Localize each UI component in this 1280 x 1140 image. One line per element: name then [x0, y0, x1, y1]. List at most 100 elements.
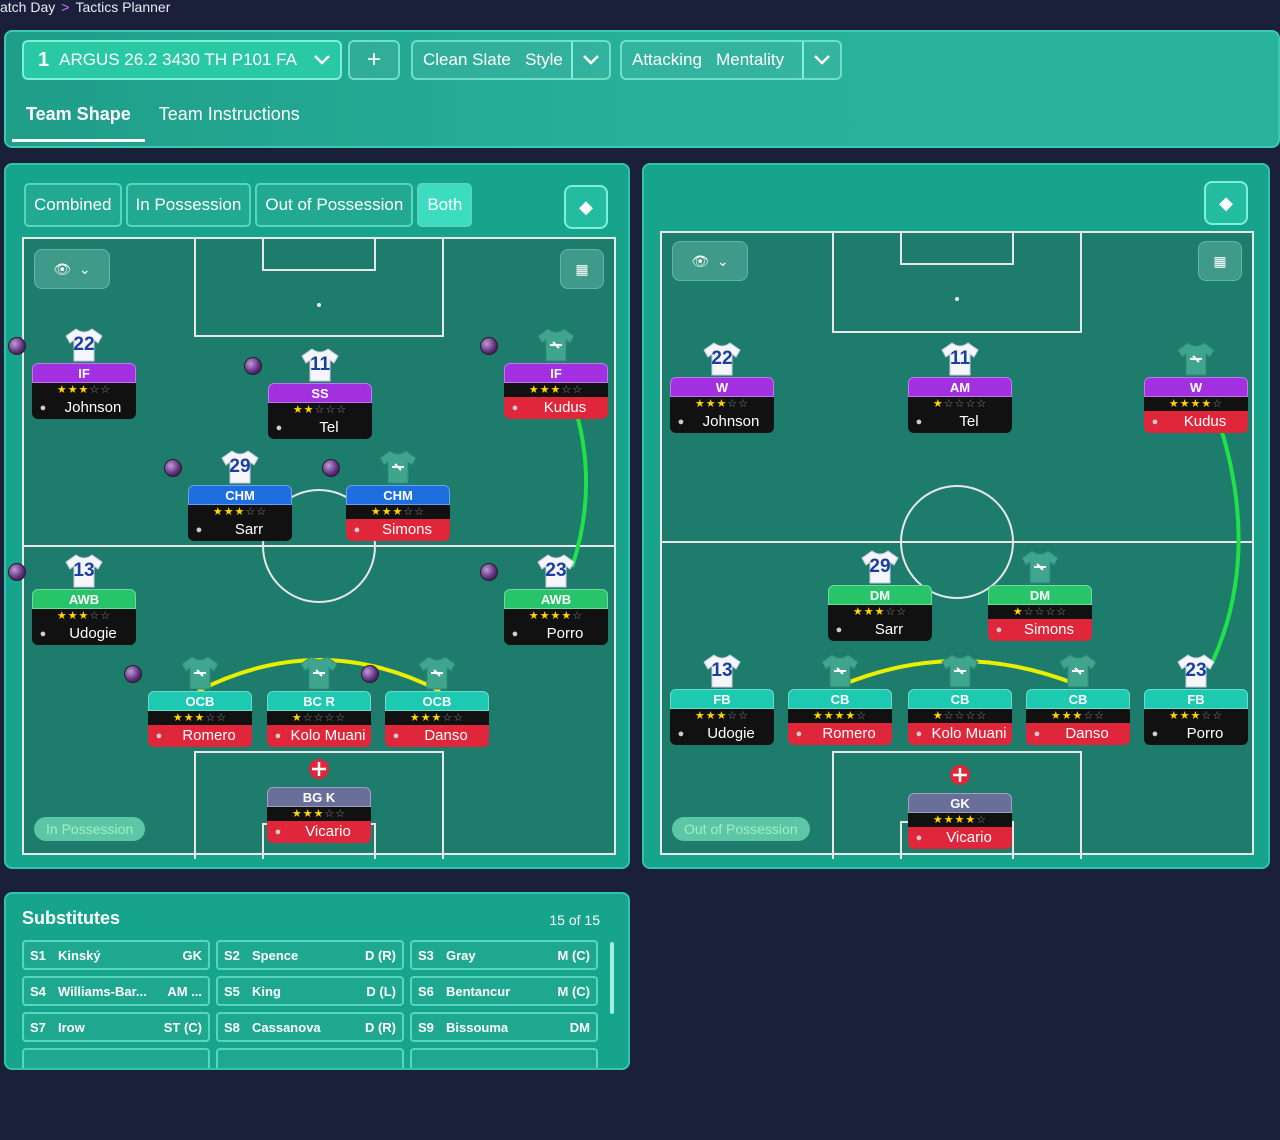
player-card[interactable]: IF ★★★☆☆ ● Kudus [480, 328, 608, 423]
player-card[interactable]: CHM ★★★☆☆ ● Simons [322, 450, 450, 545]
player-name-bar: ● Porro [1144, 723, 1248, 745]
substitute-item[interactable]: S1 Kinský GK [22, 940, 210, 970]
player-card[interactable]: 29 CHM ★★★☆☆ ● Sarr [164, 450, 292, 545]
shirt-number: 11 [309, 354, 331, 375]
substitute-item[interactable]: S9 Bissouma DM [410, 1012, 598, 1042]
player-card[interactable]: OCB ★★★☆☆ ● Danso [361, 656, 489, 751]
role-rating: ★★☆☆☆ [268, 403, 372, 417]
substitute-item[interactable] [22, 1048, 210, 1068]
substitute-item[interactable]: S2 Spence D (R) [216, 940, 404, 970]
player-name: Tel [959, 413, 979, 430]
player-card[interactable]: GK ★★★★☆ ● Vicario [908, 765, 1012, 853]
position-label: CHM [188, 485, 292, 505]
player-card[interactable]: DM ★☆☆☆☆ ● Simons [988, 550, 1092, 645]
grid-view-button[interactable]: ▦ [1198, 241, 1242, 281]
player-card[interactable]: 22 W ★★★☆☆ ● Johnson [670, 342, 774, 437]
trait-orb-icon [8, 337, 26, 355]
sub-code: S5 [224, 983, 240, 999]
player-card[interactable]: 13 FB ★★★☆☆ ● Udogie [670, 654, 774, 749]
add-tactic-button[interactable]: + [348, 40, 400, 80]
tactic-selector[interactable]: 1 ARGUS 26.2 3430 TH P101 FA [22, 40, 342, 80]
player-name: Porro [546, 625, 584, 642]
style-dropdown[interactable]: Clean Slate Style [411, 40, 611, 80]
player-name: Sarr [874, 621, 904, 638]
role-rating: ★★★☆☆ [267, 807, 371, 821]
position-label: CB [788, 689, 892, 709]
chevron-down-icon: ⌄ [78, 260, 91, 277]
shirt-icon [940, 757, 980, 793]
segment-out-of-possession[interactable]: Out of Possession [255, 183, 414, 227]
tab-team-shape[interactable]: Team Shape [12, 90, 145, 142]
sub-code: S6 [418, 983, 434, 999]
tab-team-instructions[interactable]: Team Instructions [145, 90, 314, 142]
role-rating: ★★★☆☆ [148, 711, 252, 725]
segment-combined[interactable]: Combined [24, 183, 122, 227]
style-label: Style [525, 50, 563, 69]
role-rating: ★★★☆☆ [385, 711, 489, 725]
shirt-icon: 22 [702, 341, 742, 377]
person-icon: ● [275, 422, 283, 434]
sub-code: S7 [30, 1019, 46, 1035]
style-value: Clean Slate [423, 50, 511, 69]
player-card[interactable]: 13 AWB ★★★☆☆ ● Udogie [8, 554, 136, 649]
player-card[interactable]: 23 FB ★★★☆☆ ● Porro [1144, 654, 1248, 749]
player-card[interactable]: 29 DM ★★★☆☆ ● Sarr [828, 550, 932, 645]
diamond-icon[interactable]: ◆ [564, 185, 608, 229]
position-label: AWB [32, 589, 136, 609]
sub-position: GK [182, 947, 203, 963]
shirt-icon [378, 449, 418, 485]
player-card[interactable]: 11 AM ★☆☆☆☆ ● Tel [908, 342, 1012, 437]
player-name: Johnson [64, 399, 122, 416]
breadcrumb-parent[interactable]: atch Day [0, 0, 55, 15]
position-label: OCB [385, 691, 489, 711]
position-label: CHM [346, 485, 450, 505]
substitute-item[interactable]: S7 Irow ST (C) [22, 1012, 210, 1042]
visibility-toggle[interactable]: 👁 ⌄ [34, 249, 110, 289]
substitute-item[interactable]: S5 King D (L) [216, 976, 404, 1006]
player-name-bar: ● Tel [908, 411, 1012, 433]
position-label: DM [828, 585, 932, 605]
breadcrumb: atch Day > Tactics Planner [0, 0, 170, 16]
person-icon: ● [835, 624, 843, 636]
pitch-out-of-possession: 👁 ⌄ ▦ Out of Possession 22 W ★★★☆☆ ● Johnson… [660, 231, 1254, 859]
substitute-item[interactable]: S3 Gray M (C) [410, 940, 598, 970]
trait-orb-icon [480, 563, 498, 581]
player-card[interactable]: CB ★☆☆☆☆ ● Kolo Muani [908, 654, 1012, 749]
chevron-down-icon [573, 42, 609, 78]
substitute-item[interactable] [410, 1048, 598, 1068]
player-card[interactable]: 22 IF ★★★☆☆ ● Johnson [8, 328, 136, 423]
substitute-item[interactable] [216, 1048, 404, 1068]
player-name: Sarr [234, 521, 264, 538]
diamond-icon[interactable]: ◆ [1204, 181, 1248, 225]
player-card[interactable]: CB ★★★☆☆ ● Danso [1026, 654, 1130, 749]
substitute-item[interactable]: S6 Bentancur M (C) [410, 976, 598, 1006]
shirt-icon: 11 [300, 347, 340, 383]
substitutes-scrollbar[interactable] [610, 942, 614, 1014]
player-name-bar: ● Simons [346, 519, 450, 541]
segment-both[interactable]: Both [417, 183, 473, 227]
role-rating: ★★★☆☆ [1144, 709, 1248, 723]
mentality-dropdown[interactable]: Attacking Mentality [620, 40, 842, 80]
segment-in-possession[interactable]: In Possession [125, 183, 252, 227]
shirt-icon: 29 [220, 449, 260, 485]
player-card[interactable]: BC R ★☆☆☆☆ ● Kolo Muani [267, 656, 371, 751]
substitute-item[interactable]: S8 Cassanova D (R) [216, 1012, 404, 1042]
role-rating: ★☆☆☆☆ [988, 605, 1092, 619]
substitute-item[interactable]: S4 Williams-Bar... AM ... [22, 976, 210, 1006]
visibility-toggle[interactable]: 👁 ⌄ [672, 241, 748, 281]
position-label: FB [1144, 689, 1248, 709]
grid-view-button[interactable]: ▦ [560, 249, 604, 289]
trait-orb-icon [244, 357, 262, 375]
sub-position: D (R) [364, 947, 396, 963]
player-name: Kudus [543, 399, 587, 416]
player-card[interactable]: OCB ★★★☆☆ ● Romero [124, 656, 252, 751]
player-card[interactable]: 23 AWB ★★★★☆ ● Porro [480, 554, 608, 649]
shirt-icon [820, 653, 860, 689]
player-card[interactable]: 11 SS ★★☆☆☆ ● Tel [244, 348, 372, 443]
player-name: Simons [1023, 621, 1075, 638]
role-rating: ★★★★☆ [504, 609, 608, 623]
chevron-down-icon: ⌄ [716, 252, 729, 269]
player-card[interactable]: BG K ★★★☆☆ ● Vicario [267, 759, 371, 847]
player-card[interactable]: W ★★★★☆ ● Kudus [1144, 342, 1248, 437]
player-card[interactable]: CB ★★★★☆ ● Romero [788, 654, 892, 749]
